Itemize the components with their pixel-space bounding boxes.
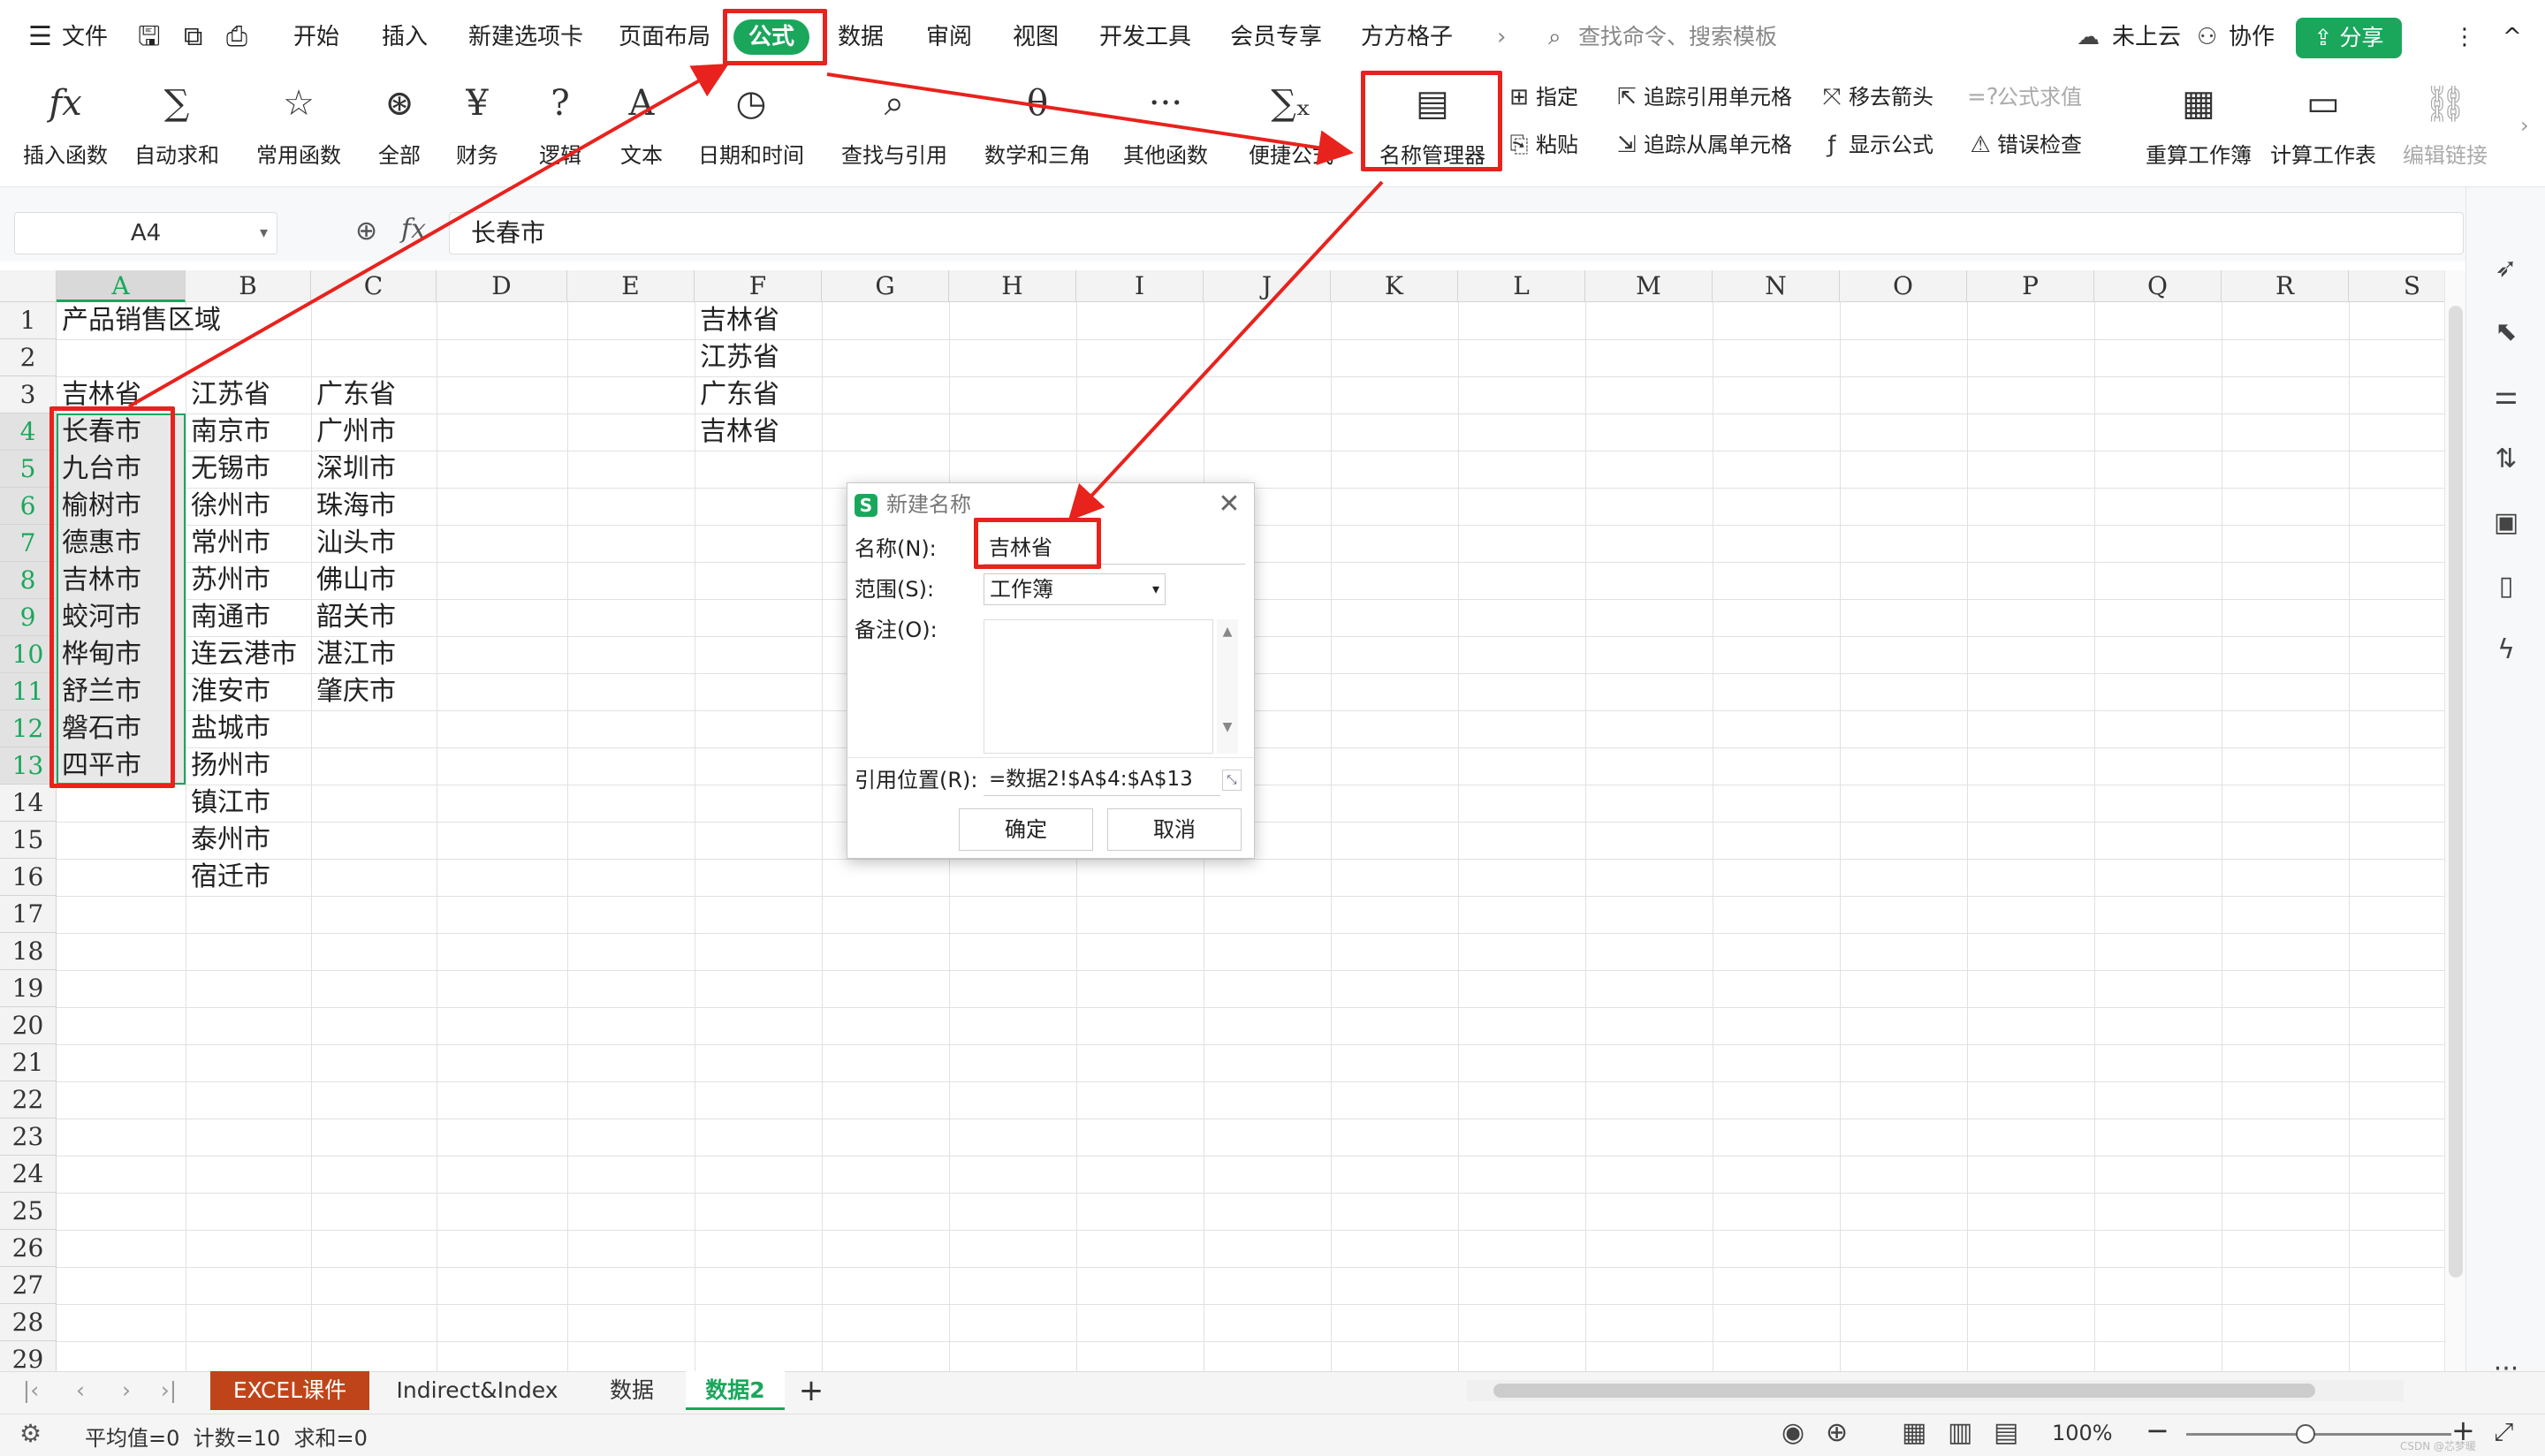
wps-window: { "menu": { "file": "文件", "tabs": ["开始",… [0, 0, 2545, 1456]
arrow-name-manager-to-dialog [1067, 180, 1384, 521]
arrow-tab-to-name-manager [826, 72, 1354, 166]
arrow-range-to-tab [128, 64, 729, 408]
annotation-arrows [128, 64, 1384, 521]
